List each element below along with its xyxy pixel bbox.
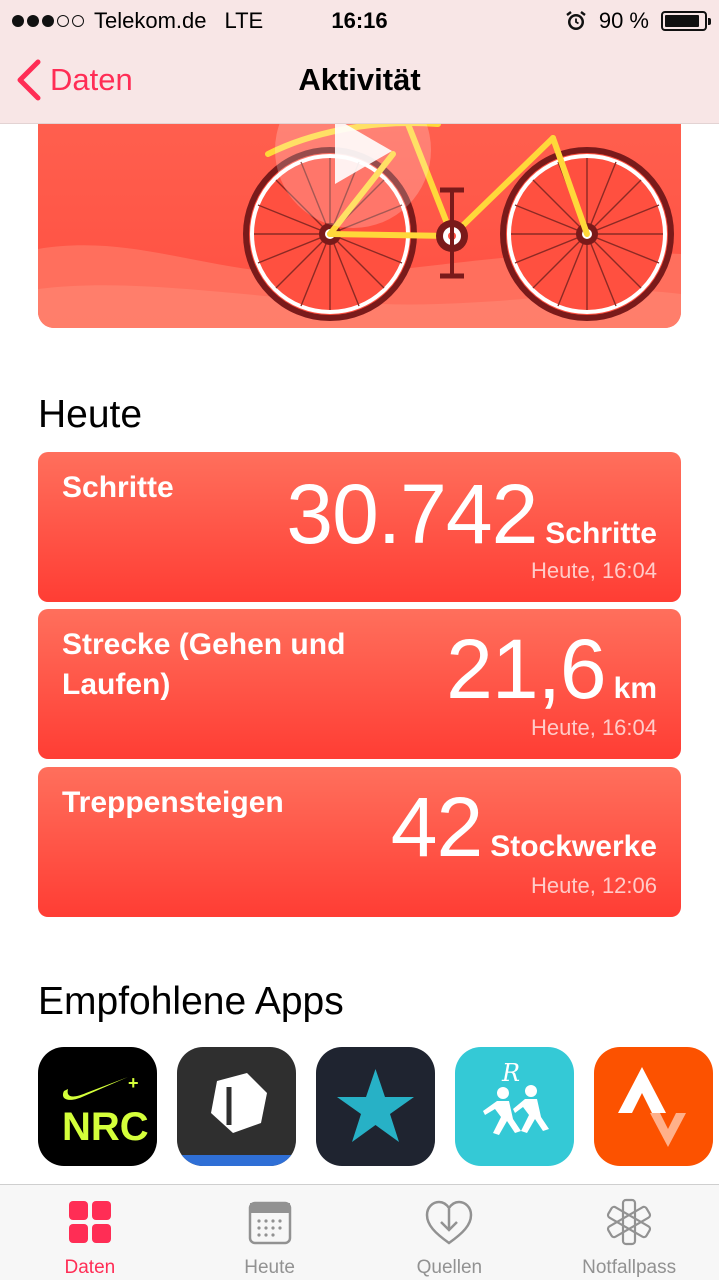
tab-label: Notfallpass (582, 1257, 677, 1278)
battery-percent: 90 % (598, 8, 649, 33)
nike-run-club-icon[interactable]: + NRC (38, 1047, 157, 1166)
asterisk-icon (607, 1198, 652, 1246)
page-title: Aktivität (298, 62, 421, 97)
tab-bar: Daten Heute Quellen Notfallpass (0, 1184, 719, 1280)
status-right: 90 % (565, 8, 711, 34)
heart-download-icon (426, 1200, 473, 1245)
runtastic-runners-icon[interactable]: R (455, 1047, 574, 1166)
battery-fill (665, 15, 700, 27)
strava-icon[interactable] (594, 1047, 713, 1166)
svg-text:R: R (501, 1059, 520, 1087)
tab-quellen[interactable]: Quellen (360, 1185, 540, 1280)
metric-value-group: 30.742 Schritte (286, 466, 657, 563)
freeletics-icon[interactable] (177, 1047, 296, 1166)
tab-notfallpass[interactable]: Notfallpass (539, 1185, 719, 1280)
strava-logo-icon (618, 1067, 686, 1147)
tab-label: Heute (244, 1257, 295, 1278)
metric-timestamp: Heute, 12:06 (531, 873, 657, 898)
metric-unit: Stockwerke (490, 830, 657, 863)
metric-value: 30.742 (286, 467, 538, 561)
hexagon-logo-icon (177, 1073, 296, 1166)
today-section-title: Heute (38, 393, 143, 436)
metric-unit: Schritte (545, 517, 657, 550)
tab-daten[interactable]: Daten (0, 1185, 180, 1280)
recommended-apps-title: Empfohlene Apps (38, 980, 344, 1023)
bicycle-illustration (38, 124, 681, 328)
tab-label: Daten (64, 1257, 116, 1278)
activity-video-banner[interactable] (38, 124, 681, 328)
steps-card[interactable]: Schritte 30.742 Schritte Heute, 16:04 (38, 452, 681, 602)
tab-label: Quellen (416, 1257, 483, 1278)
metric-unit: km (613, 672, 657, 705)
nrc-text: NRC (62, 1105, 149, 1149)
svg-text:+: + (128, 1073, 139, 1093)
calendar-icon (248, 1201, 291, 1245)
metric-value-group: 21,6 km (446, 621, 657, 718)
metric-timestamp: Heute, 16:04 (531, 558, 657, 583)
metric-value-group: 42 Stockwerke (391, 779, 657, 876)
recommended-apps-row: + NRC R (38, 1047, 713, 1166)
runners-icon: R (483, 1059, 549, 1135)
star-icon (337, 1069, 414, 1142)
nike-swoosh-icon: + NRC (62, 1073, 149, 1149)
top-bar: Telekom.de LTE 16:16 90 % Daten Aktivitä… (0, 0, 719, 124)
navigation-bar: Daten Aktivität (0, 40, 719, 124)
metric-value: 21,6 (446, 622, 606, 716)
flights-climbed-card[interactable]: Treppensteigen 42 Stockwerke Heute, 12:0… (38, 767, 681, 917)
metric-timestamp: Heute, 16:04 (531, 715, 657, 740)
grid-icon (68, 1201, 111, 1243)
metric-label: Strecke (Gehen und Laufen) (62, 628, 346, 701)
alarm-clock-icon (566, 11, 586, 30)
star-app-icon[interactable] (316, 1047, 435, 1166)
distance-card[interactable]: Strecke (Gehen und Laufen) 21,6 km Heute… (38, 609, 681, 759)
metric-value: 42 (390, 780, 483, 874)
tab-heute[interactable]: Heute (180, 1185, 360, 1280)
battery-icon (661, 11, 711, 31)
metric-label: Treppensteigen (62, 786, 284, 819)
status-bar: Telekom.de LTE 16:16 90 % (0, 0, 719, 40)
